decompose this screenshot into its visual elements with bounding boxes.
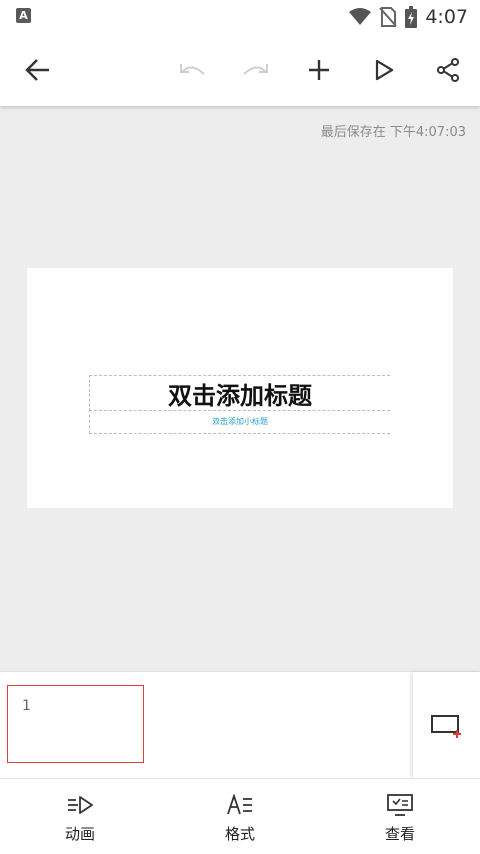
add-button[interactable] (301, 52, 337, 88)
slide-thumbnail-strip: 1 (0, 671, 480, 779)
app-notification-icon: A (16, 8, 31, 23)
nav-view-label: 查看 (384, 825, 415, 843)
wifi-icon (349, 8, 372, 25)
top-toolbar (0, 34, 480, 106)
subtitle-placeholder[interactable]: 双击添加小标题 (89, 409, 390, 434)
clock: 4:07 (425, 6, 468, 28)
nav-animation[interactable]: 动画 (20, 779, 140, 854)
share-button[interactable] (430, 52, 466, 88)
view-icon (386, 793, 414, 817)
new-slide-icon (430, 714, 461, 738)
slide-canvas[interactable]: 双击添加标题 双击添加小标题 (27, 268, 453, 508)
nav-view[interactable]: 查看 (340, 779, 460, 854)
last-saved-text: 最后保存在 下午4:07:03 (320, 125, 466, 140)
play-icon (375, 59, 394, 81)
back-button[interactable] (20, 52, 56, 88)
battery-charging-icon (405, 6, 418, 28)
title-placeholder[interactable]: 双击添加标题 (89, 375, 390, 411)
nav-animation-label: 动画 (64, 825, 95, 843)
format-icon (226, 793, 254, 817)
animation-icon (66, 793, 94, 817)
status-right: 4:07 (349, 5, 468, 29)
redo-button[interactable] (238, 52, 274, 88)
undo-button[interactable] (174, 52, 210, 88)
nav-format-label: 格式 (224, 825, 255, 843)
slide-thumbnail[interactable]: 1 (7, 685, 144, 763)
bottom-navigation: 动画 格式 查看 (0, 778, 480, 854)
play-button[interactable] (366, 52, 402, 88)
add-slide-button[interactable] (413, 672, 480, 779)
share-icon (437, 58, 459, 82)
back-arrow-icon (25, 59, 49, 81)
nav-format[interactable]: 格式 (180, 779, 300, 854)
no-sim-icon (379, 7, 398, 27)
plus-icon (309, 60, 329, 80)
redo-icon (243, 64, 268, 75)
undo-icon (180, 64, 205, 75)
slide-number: 1 (22, 698, 31, 714)
status-bar: A 4:07 (0, 0, 480, 34)
